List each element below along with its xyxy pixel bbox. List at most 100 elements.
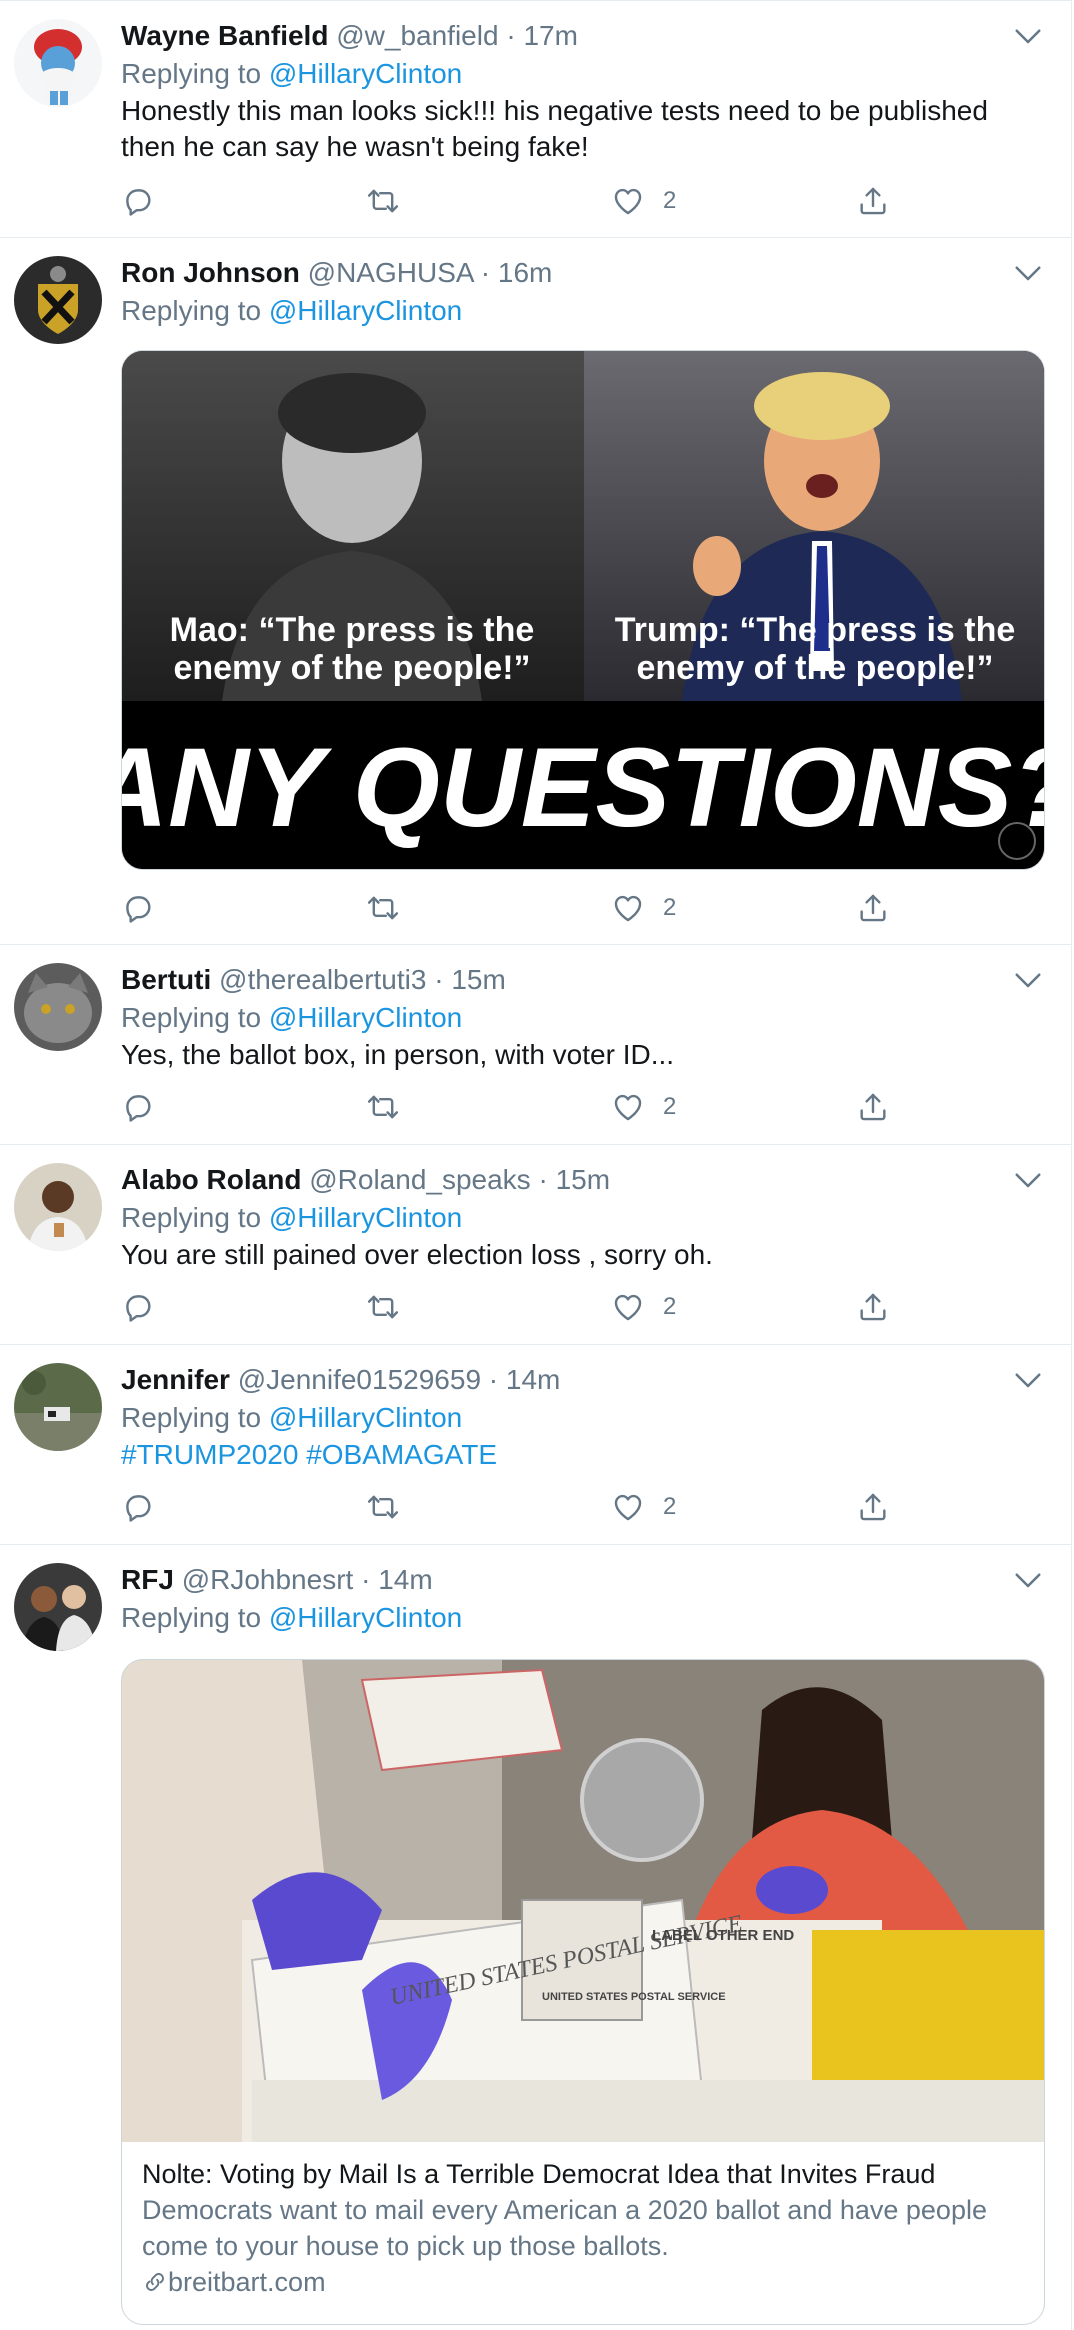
tweet[interactable]: Wayne Banfield @w_banfield · 17m Replyin… xyxy=(0,0,1072,237)
hashtag-link[interactable]: #OBAMAGATE xyxy=(306,1439,497,1470)
avatar[interactable] xyxy=(14,1563,102,1651)
handle[interactable]: @Roland_speaks xyxy=(309,1164,530,1195)
timestamp[interactable]: 14m xyxy=(378,1564,432,1595)
display-name[interactable]: Bertuti xyxy=(121,964,211,995)
replying-prefix: Replying to xyxy=(121,1602,269,1633)
retweet-icon xyxy=(366,1290,400,1324)
mention-link[interactable]: @HillaryClinton xyxy=(269,1202,462,1233)
display-name[interactable]: Ron Johnson xyxy=(121,257,300,288)
tweet-text: You are still pained over election loss … xyxy=(121,1239,713,1270)
tweet[interactable]: Alabo Roland @Roland_speaks · 15m Replyi… xyxy=(0,1144,1072,1344)
card-image-text: LABEL OTHER END xyxy=(652,1927,794,1944)
chevron-down-icon[interactable] xyxy=(1013,1569,1043,1593)
replying-prefix: Replying to xyxy=(121,1202,269,1233)
tweet[interactable]: Bertuti @therealbertuti3 · 15m Replying … xyxy=(0,944,1072,1144)
reply-button[interactable] xyxy=(121,181,155,221)
reply-button[interactable] xyxy=(121,1087,155,1127)
separator: · xyxy=(481,1364,506,1395)
tweet-header: Bertuti @therealbertuti3 · 15m xyxy=(121,961,506,999)
display-name[interactable]: Alabo Roland xyxy=(121,1164,301,1195)
chevron-down-icon[interactable] xyxy=(1013,1169,1043,1193)
tweet-header: Jennifer @Jennife01529659 · 14m xyxy=(121,1361,560,1399)
like-button[interactable]: 2 xyxy=(611,1487,676,1527)
like-count: 2 xyxy=(663,187,677,214)
like-button[interactable]: 2 xyxy=(611,1087,676,1127)
heart-icon xyxy=(611,184,645,218)
tweet[interactable]: Ron Johnson @NAGHUSA · 16m Replying to @… xyxy=(0,237,1072,944)
link-icon xyxy=(146,2273,164,2291)
tweet[interactable]: Jennifer @Jennife01529659 · 14m Replying… xyxy=(0,1344,1072,1544)
like-button[interactable]: 2 xyxy=(611,888,676,928)
tweet-image[interactable]: Mao: “The press is the enemy of the peop… xyxy=(121,350,1045,870)
reply-icon xyxy=(121,1090,155,1124)
reply-button[interactable] xyxy=(121,1287,155,1327)
share-button[interactable] xyxy=(856,888,890,928)
hashtag-link[interactable]: #TRUMP2020 xyxy=(121,1439,298,1470)
chevron-down-icon[interactable] xyxy=(1013,262,1043,286)
replying-prefix: Replying to xyxy=(121,295,269,326)
share-button[interactable] xyxy=(856,181,890,221)
retweet-button[interactable] xyxy=(366,1487,400,1527)
right-caption-line1: Trump: “The press is the xyxy=(615,611,1016,649)
meme-image: Mao: “The press is the enemy of the peop… xyxy=(122,351,1044,869)
display-name[interactable]: RFJ xyxy=(121,1564,174,1595)
card-domain-text: breitbart.com xyxy=(168,2267,326,2297)
chevron-down-icon[interactable] xyxy=(1013,969,1043,993)
retweet-icon xyxy=(366,1090,400,1124)
reply-button[interactable] xyxy=(121,1487,155,1527)
timestamp[interactable]: 17m xyxy=(523,20,577,51)
share-icon xyxy=(856,184,890,218)
handle[interactable]: @Jennife01529659 xyxy=(238,1364,481,1395)
card-description: Democrats want to mail every American a … xyxy=(142,2195,987,2261)
tweet-actions: 2 xyxy=(121,1287,921,1327)
like-button[interactable]: 2 xyxy=(611,181,676,221)
mention-link[interactable]: @HillaryClinton xyxy=(269,58,462,89)
chevron-down-icon[interactable] xyxy=(1013,1369,1043,1393)
link-card[interactable]: UNITED STATES POSTAL SERVICE LABEL OTHER… xyxy=(121,1659,1045,2325)
display-name[interactable]: Wayne Banfield xyxy=(121,20,328,51)
avatar[interactable] xyxy=(14,1163,102,1251)
handle[interactable]: @therealbertuti3 xyxy=(219,964,426,995)
reply-button[interactable] xyxy=(121,888,155,928)
tweet-actions: 2 xyxy=(121,181,921,221)
separator: · xyxy=(530,1164,556,1195)
card-title[interactable]: Nolte: Voting by Mail Is a Terrible Demo… xyxy=(142,2156,1024,2192)
share-icon xyxy=(856,1290,890,1324)
mention-link[interactable]: @HillaryClinton xyxy=(269,295,462,326)
timestamp[interactable]: 14m xyxy=(506,1364,560,1395)
tweet[interactable]: RFJ @RJohbnesrt · 14m Replying to @Hilla… xyxy=(0,1544,1072,2330)
card-domain[interactable]: breitbart.com xyxy=(142,2264,1024,2300)
card-image-text: UNITED STATES POSTAL SERVICE xyxy=(542,1991,726,2003)
heart-icon xyxy=(611,1090,645,1124)
handle[interactable]: @RJohbnesrt xyxy=(182,1564,354,1595)
mention-link[interactable]: @HillaryClinton xyxy=(269,1602,462,1633)
retweet-button[interactable] xyxy=(366,888,400,928)
like-button[interactable]: 2 xyxy=(611,1287,676,1327)
timestamp[interactable]: 15m xyxy=(556,1164,610,1195)
avatar[interactable] xyxy=(14,963,102,1051)
handle[interactable]: @w_banfield xyxy=(336,20,498,51)
separator: · xyxy=(473,257,498,288)
share-button[interactable] xyxy=(856,1487,890,1527)
handle[interactable]: @NAGHUSA xyxy=(308,257,473,288)
share-button[interactable] xyxy=(856,1087,890,1127)
mention-link[interactable]: @HillaryClinton xyxy=(269,1002,462,1033)
retweet-button[interactable] xyxy=(366,181,400,221)
separator: · xyxy=(498,20,524,51)
right-caption-line2: enemy of the people!” xyxy=(636,649,993,687)
replying-prefix: Replying to xyxy=(121,1002,269,1033)
tweet-header: Alabo Roland @Roland_speaks · 15m xyxy=(121,1161,610,1199)
display-name[interactable]: Jennifer xyxy=(121,1364,230,1395)
share-button[interactable] xyxy=(856,1287,890,1327)
avatar[interactable] xyxy=(14,19,102,107)
chevron-down-icon[interactable] xyxy=(1013,25,1043,49)
avatar[interactable] xyxy=(14,256,102,344)
timestamp[interactable]: 15m xyxy=(451,964,505,995)
mention-link[interactable]: @HillaryClinton xyxy=(269,1402,462,1433)
retweet-button[interactable] xyxy=(366,1087,400,1127)
like-count: 2 xyxy=(663,1493,677,1520)
retweet-button[interactable] xyxy=(366,1287,400,1327)
timestamp[interactable]: 16m xyxy=(498,257,552,288)
avatar[interactable] xyxy=(14,1363,102,1451)
heart-icon xyxy=(611,891,645,925)
